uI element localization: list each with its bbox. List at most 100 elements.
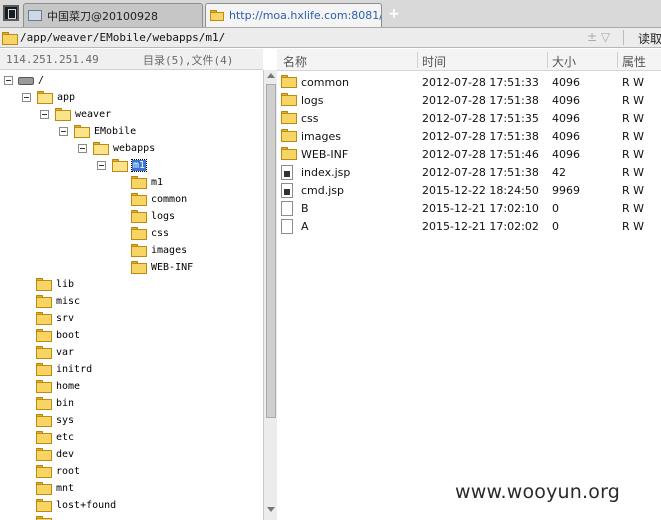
file-row-index-jsp[interactable]: index.jsp 2012-07-28 17:51:38 42 R W — [277, 163, 661, 181]
column-divider[interactable] — [547, 52, 548, 68]
folder-icon — [112, 159, 128, 172]
folder-icon — [36, 363, 52, 376]
collapse-toggle[interactable] — [59, 127, 68, 136]
folder-icon — [55, 108, 71, 121]
file-icon — [281, 219, 293, 237]
folder-icon — [36, 431, 52, 444]
window-icon — [28, 10, 42, 21]
tab-chopper-main[interactable]: 中国菜刀@20100928 — [23, 3, 203, 27]
folder-icon — [37, 91, 53, 104]
folder-icon — [36, 278, 52, 291]
file-row-images[interactable]: images 2012-07-28 17:51:38 4096 R W — [277, 127, 661, 145]
folder-icon — [36, 499, 52, 512]
tree-node-var[interactable]: var — [36, 345, 74, 360]
tree-node-m1-selected[interactable]: m1 — [97, 158, 148, 173]
tree-node-m1-child[interactable]: m1 — [131, 175, 163, 190]
tree-node-root[interactable]: / — [4, 73, 44, 88]
folder-icon — [36, 516, 52, 520]
tree-node-dev[interactable]: dev — [36, 447, 74, 462]
tree-node-lost-found[interactable]: lost+found — [36, 498, 116, 513]
collapse-toggle[interactable] — [78, 144, 87, 153]
tab-label: 中国菜刀@20100928 — [47, 9, 158, 23]
tree-node-weaver[interactable]: weaver — [40, 107, 111, 122]
address-bar: /app/weaver/EMobile/webapps/m1/ ± ▽ 读取 — [0, 28, 661, 48]
column-divider[interactable] — [417, 52, 418, 68]
app-menu-icon[interactable] — [3, 5, 19, 21]
tree-node-images[interactable]: images — [131, 243, 187, 258]
tab-bar: 中国菜刀@20100928 http://moa.hxlife.com:8081… — [0, 0, 661, 28]
tree-node-etc[interactable]: etc — [36, 430, 74, 445]
folder-icon — [281, 75, 297, 91]
folder-icon — [131, 261, 147, 274]
column-time[interactable]: 时间 — [422, 53, 446, 70]
column-name[interactable]: 名称 — [283, 53, 307, 70]
folder-icon — [131, 244, 147, 257]
folder-icon — [281, 129, 297, 145]
divider — [623, 30, 624, 45]
file-row-css[interactable]: css 2012-07-28 17:51:35 4096 R W — [277, 109, 661, 127]
drive-icon — [18, 76, 34, 85]
tree-node-initrd[interactable]: initrd — [36, 362, 92, 377]
collapse-toggle[interactable] — [40, 110, 49, 119]
read-button[interactable]: 读取 — [638, 30, 661, 47]
tree-node-home[interactable]: home — [36, 379, 80, 394]
scroll-up-icon[interactable] — [267, 73, 275, 78]
file-row-common[interactable]: common 2012-07-28 17:51:33 4096 R W — [277, 73, 661, 91]
column-attr[interactable]: 属性 — [622, 53, 646, 70]
tree-node-sys[interactable]: sys — [36, 413, 74, 428]
collapse-toggle[interactable] — [97, 161, 106, 170]
folder-icon — [210, 10, 224, 21]
folder-icon — [36, 414, 52, 427]
watermark-text: www.wooyun.org — [455, 481, 621, 503]
scroll-down-icon[interactable] — [267, 507, 275, 512]
folder-icon — [36, 329, 52, 342]
file-row-web-inf[interactable]: WEB-INF 2012-07-28 17:51:46 4096 R W — [277, 145, 661, 163]
tree-node-partial — [36, 515, 52, 520]
tree-node-bin[interactable]: bin — [36, 396, 74, 411]
folder-icon — [131, 227, 147, 240]
folder-icon — [36, 380, 52, 393]
collapse-toggle[interactable] — [22, 93, 31, 102]
column-size[interactable]: 大小 — [552, 53, 576, 70]
folder-icon — [36, 295, 52, 308]
path-dropdown-toggle[interactable]: ± ▽ — [587, 30, 610, 44]
tree-node-boot[interactable]: boot — [36, 328, 80, 343]
tree-node-mnt[interactable]: mnt — [36, 481, 74, 496]
tree-node-common[interactable]: common — [131, 192, 187, 207]
folder-icon — [93, 142, 109, 155]
tree-node-logs[interactable]: logs — [131, 209, 175, 224]
folder-icon — [36, 465, 52, 478]
folder-icon — [131, 193, 147, 206]
folder-icon — [281, 111, 297, 127]
file-row-a[interactable]: A 2015-12-21 17:02:02 0 R W — [277, 217, 661, 235]
file-list-header: 名称 时间 大小 属性 — [277, 49, 661, 71]
tab-remote-site[interactable]: http://moa.hxlife.com:8081/m... — [205, 3, 382, 27]
file-row-cmd-jsp[interactable]: cmd.jsp 2015-12-22 18:24:50 9969 R W — [277, 181, 661, 199]
tree-node-emobile[interactable]: EMobile — [59, 124, 136, 139]
scroll-thumb[interactable] — [266, 84, 276, 418]
tree-node-app[interactable]: app — [22, 90, 75, 105]
tree-node-srv[interactable]: srv — [36, 311, 74, 326]
tree-node-webapps[interactable]: webapps — [78, 141, 155, 156]
directory-tree: / app weaver EMobile webapps m1 m1 commo… — [0, 70, 263, 520]
folder-icon — [2, 32, 18, 48]
collapse-toggle[interactable] — [4, 76, 13, 85]
column-divider[interactable] — [617, 52, 618, 68]
folder-icon — [36, 397, 52, 410]
folder-icon — [281, 93, 297, 109]
tree-node-web-inf[interactable]: WEB-INF — [131, 260, 193, 275]
file-row-logs[interactable]: logs 2012-07-28 17:51:38 4096 R W — [277, 91, 661, 109]
tree-node-lib[interactable]: lib — [36, 277, 74, 292]
tree-scrollbar[interactable] — [263, 70, 277, 520]
tree-node-misc[interactable]: misc — [36, 294, 80, 309]
new-tab-button[interactable]: + — [387, 5, 401, 23]
folder-icon — [36, 482, 52, 495]
path-input[interactable]: /app/weaver/EMobile/webapps/m1/ — [20, 31, 225, 44]
tree-node-css[interactable]: css — [131, 226, 169, 241]
tree-node-root-dir[interactable]: root — [36, 464, 80, 479]
folder-icon — [281, 147, 297, 163]
file-row-b[interactable]: B 2015-12-21 17:02:10 0 R W — [277, 199, 661, 217]
host-address: 114.251.251.49 — [6, 53, 99, 66]
tab-label: http://moa.hxlife.com:8081/m... — [229, 9, 382, 22]
folder-icon — [36, 448, 52, 461]
